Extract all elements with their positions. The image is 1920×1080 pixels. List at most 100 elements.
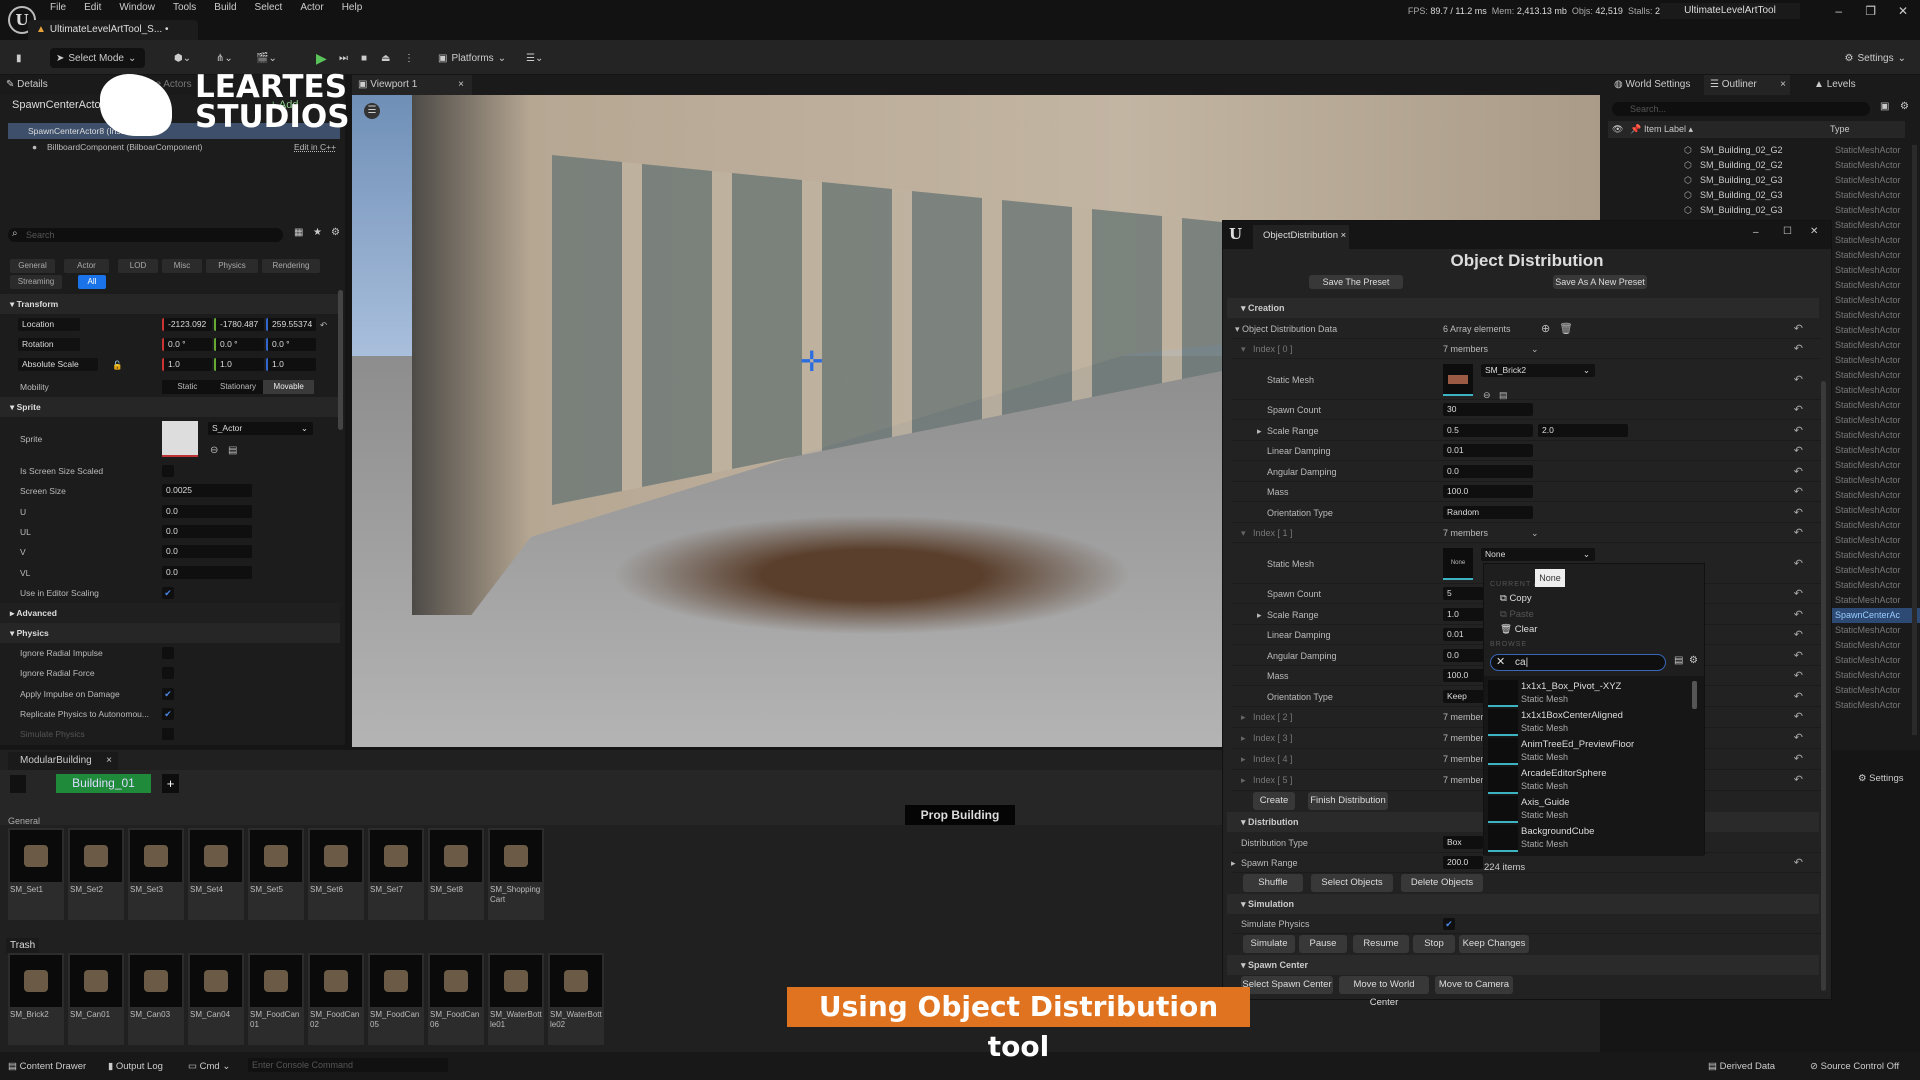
blueprint-icon[interactable]: ⋔⌄ <box>210 48 239 68</box>
reset-icon[interactable]: ↶ <box>1794 462 1803 482</box>
asset-search-input[interactable]: ca| <box>1490 654 1666 671</box>
mesh-thumbnail[interactable]: None <box>1443 547 1473 580</box>
asset-result-item[interactable]: BackgroundCube Static Mesh <box>1488 825 1688 853</box>
asset-tile[interactable]: SM_FoodCan06 <box>428 953 484 1045</box>
chevron-down-icon[interactable]: ⌄ <box>1531 339 1539 359</box>
source-control-button[interactable]: ⊘ Source Control Off <box>1810 1061 1899 1072</box>
close-icon[interactable]: ✕ <box>1810 226 1818 237</box>
filter-streaming[interactable]: Streaming <box>10 275 62 289</box>
tab-modular-building[interactable]: ModularBuilding × <box>8 752 118 770</box>
reset-icon[interactable]: ↶ <box>1794 770 1803 791</box>
reset-icon[interactable]: ↶ <box>1794 421 1803 441</box>
prop-field[interactable]: 0.0 <box>1443 464 1533 478</box>
scale-mode-dropdown[interactable]: Absolute Scale <box>18 358 98 371</box>
asset-result-item[interactable]: AnimTreeEd_PreviewFloor Static Mesh <box>1488 738 1688 766</box>
reset-icon[interactable]: ↶ <box>1794 319 1803 339</box>
component-row[interactable]: ● BillboardComponent (BilboarComponent) Ed… <box>0 139 340 155</box>
edit-cpp-link[interactable]: Edit in C++ <box>294 139 336 155</box>
clear-menu-item[interactable]: 🗑 Clear <box>1500 624 1537 635</box>
od-tab[interactable]: ObjectDistribution × <box>1253 225 1349 249</box>
checkbox[interactable]: ✔ <box>1443 918 1455 930</box>
checkbox[interactable]: ✔ <box>162 687 174 700</box>
menu-file[interactable]: File <box>50 2 66 13</box>
step-icon[interactable]: ⏭ <box>333 48 354 68</box>
scale-x-field[interactable]: 1.0 <box>162 358 212 371</box>
filter-actor[interactable]: Actor <box>64 259 109 273</box>
building-icon[interactable] <box>10 775 26 793</box>
filter-all[interactable]: All <box>78 275 106 289</box>
expand-icon[interactable]: ▸ <box>1257 421 1262 441</box>
shuffle-button[interactable]: Shuffle <box>1243 873 1303 892</box>
menu-help[interactable]: Help <box>342 2 363 13</box>
create-button[interactable]: Create <box>1253 792 1295 810</box>
outliner-row[interactable]: ⬡ SM_Building_02_G3 StaticMeshActor <box>1600 188 1920 203</box>
section-sprite[interactable]: ▾ Sprite <box>0 397 340 417</box>
gear-icon[interactable]: ⚙ <box>1900 101 1909 112</box>
prop-field[interactable]: 0.0 <box>162 504 252 518</box>
reset-icon[interactable]: ↶ <box>1794 707 1803 728</box>
reset-icon[interactable]: ↶ <box>1794 646 1803 666</box>
outliner-settings-button[interactable]: ⚙ Settings <box>1858 773 1903 784</box>
select-objects-button[interactable]: Select Objects <box>1311 873 1393 892</box>
settings-button[interactable]: ⚙ Settings ⌄ <box>1839 48 1913 68</box>
stop-button[interactable]: Stop <box>1413 934 1455 953</box>
select-mode-button[interactable]: ➤ Select Mode ⌄ <box>50 48 145 68</box>
prop-field[interactable]: 0.0 <box>162 565 252 579</box>
finish-distribution-button[interactable]: Finish Distribution <box>1308 792 1388 810</box>
results-scrollbar[interactable] <box>1692 681 1697 709</box>
asset-tile[interactable]: SM_Set1 <box>8 828 64 920</box>
simulate-button[interactable]: Simulate <box>1243 934 1295 953</box>
pin-icon[interactable]: 📌 <box>1630 121 1641 138</box>
location-y-field[interactable]: -1780.487 <box>214 318 264 331</box>
reset-icon[interactable]: ↶ <box>1794 441 1803 461</box>
prop-field[interactable]: 0.0 <box>162 545 252 559</box>
reset-icon[interactable]: ↶ <box>1794 666 1803 686</box>
lock-icon[interactable]: 🔓 <box>112 355 123 375</box>
asset-tile[interactable]: SM_Set7 <box>368 828 424 920</box>
close-tab-icon[interactable]: × <box>1780 75 1786 95</box>
minimize-icon[interactable]: – <box>1753 227 1759 238</box>
prop-field[interactable]: 0.01 <box>1443 444 1533 457</box>
details-search-input[interactable]: Search <box>8 228 283 242</box>
content-menu-icon[interactable]: ☰⌄ <box>520 48 549 68</box>
location-x-field[interactable]: -2123.092 <box>162 318 212 331</box>
prop-field[interactable]: 2.0 <box>1538 423 1628 437</box>
add-actor-icon[interactable]: ⬢⌄ <box>168 48 197 68</box>
reset-icon[interactable]: ↶ <box>1794 625 1803 645</box>
mobility-stationary[interactable]: Stationary <box>213 380 264 394</box>
add-element-icon[interactable]: ⊕ <box>1541 319 1550 339</box>
output-log-button[interactable]: ▮ Output Log <box>108 1061 163 1072</box>
asset-tile[interactable]: SM_Can01 <box>68 953 124 1045</box>
menu-tools[interactable]: Tools <box>173 2 196 13</box>
prop-field[interactable]: 200.0 <box>1443 856 1483 869</box>
save-icon[interactable]: ▮ <box>10 48 28 68</box>
prop-field[interactable]: 30 <box>1443 403 1533 416</box>
close-tab-icon[interactable]: × <box>1341 230 1347 241</box>
reset-icon[interactable]: ↶ <box>1794 853 1803 873</box>
rotation-mode-dropdown[interactable]: Rotation <box>18 338 80 351</box>
asset-tile[interactable]: SM_WaterBottle01 <box>488 953 544 1045</box>
building-tab[interactable]: Building_01 <box>56 774 151 793</box>
type-header[interactable]: Type <box>1830 121 1850 138</box>
level-tab[interactable]: ▲ UltimateLevelArtTool_S... • <box>28 20 198 40</box>
reset-icon[interactable]: ↶ <box>1794 482 1803 502</box>
menu-actor[interactable]: Actor <box>300 2 323 13</box>
move-to-world-center-button[interactable]: Move to World Center <box>1339 975 1429 1008</box>
close-icon[interactable]: ✕ <box>1898 4 1908 18</box>
scale-y-field[interactable]: 1.0 <box>214 358 264 371</box>
reset-icon[interactable]: ↶ <box>1794 400 1803 420</box>
outliner-row[interactable]: ⬡ SM_Building_02_G3 StaticMeshActor <box>1600 203 1920 218</box>
asset-tile[interactable]: SM_Set8 <box>428 828 484 920</box>
menu-window[interactable]: Window <box>119 2 155 13</box>
asset-tile[interactable]: SM_Can04 <box>188 953 244 1045</box>
pause-button[interactable]: Pause <box>1299 934 1347 953</box>
outliner-row[interactable]: ⬡ SM_Building_02_G2 StaticMeshActor <box>1600 143 1920 158</box>
cinematics-icon[interactable]: 🎬⌄ <box>250 48 283 68</box>
tab-world-settings[interactable]: ◍ World Settings <box>1608 75 1690 95</box>
asset-tile[interactable]: SM_Brick2 <box>8 953 64 1045</box>
rotation-x-field[interactable]: 0.0 ° <box>162 338 212 351</box>
save-preset-button[interactable]: Save The Preset <box>1309 275 1403 289</box>
clear-search-icon[interactable]: ✕ <box>1496 655 1505 668</box>
tab-viewport[interactable]: ▣ Viewport 1 × <box>352 75 472 95</box>
location-z-field[interactable]: 259.55374 <box>266 318 316 331</box>
